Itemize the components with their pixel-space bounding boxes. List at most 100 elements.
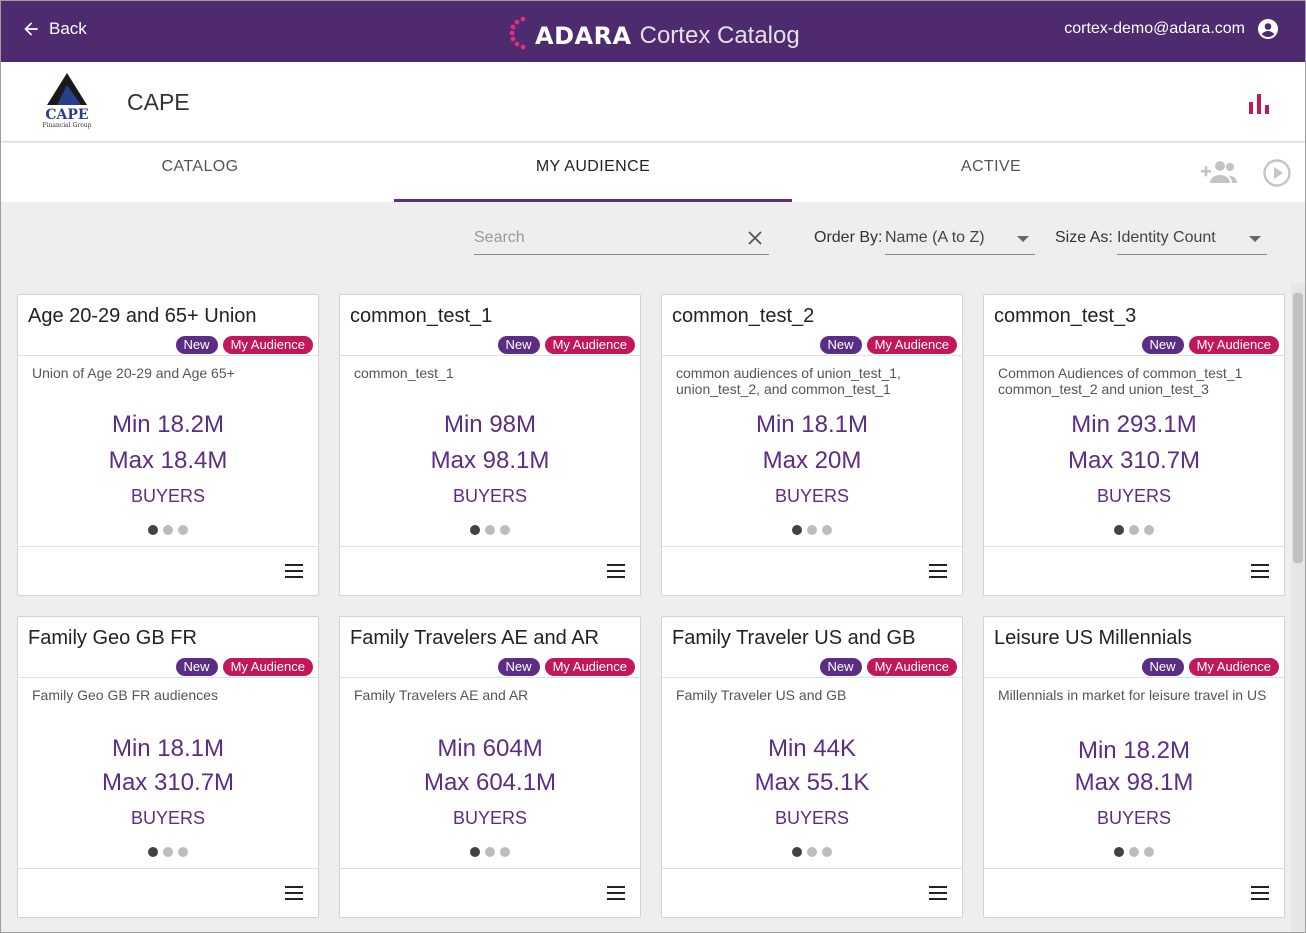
card-pager-dots (984, 525, 1284, 535)
product-name: Cortex Catalog (639, 22, 800, 49)
pager-dot[interactable] (1129, 525, 1139, 535)
audience-card[interactable]: common_test_3 New My Audience Common Audien… (983, 294, 1285, 596)
pager-dot[interactable] (1129, 847, 1139, 857)
bar-chart-icon[interactable] (1247, 92, 1271, 114)
pager-dot[interactable] (470, 847, 480, 857)
card-description: Family Traveler US and GB (676, 687, 847, 703)
pager-dot[interactable] (1144, 847, 1154, 857)
card-min-value: Min 604M (437, 735, 543, 762)
scrollbar[interactable] (1291, 283, 1305, 932)
tab-active[interactable]: ACTIVE (792, 143, 1190, 202)
pager-dot[interactable] (148, 525, 158, 535)
my-audience-badge: My Audience (1188, 658, 1279, 676)
menu-icon[interactable] (929, 886, 947, 900)
card-description: Family Geo GB FR audiences (32, 687, 218, 703)
card-metric-label: BUYERS (774, 486, 850, 506)
card-min-value: Min 98M (443, 411, 537, 438)
pager-dot[interactable] (163, 847, 173, 857)
card-title: common_test_1 (350, 305, 493, 327)
card-divider (340, 546, 640, 547)
card-max-value: Max 98.1M (430, 447, 550, 474)
menu-icon[interactable] (1251, 564, 1269, 578)
card-title: common_test_2 (672, 305, 815, 327)
order-by-value: Name (A to Z) (885, 229, 985, 246)
card-pager-dots (662, 847, 962, 857)
my-audience-badge: My Audience (1188, 336, 1279, 354)
pager-dot[interactable] (470, 525, 480, 535)
brand-logo: ADARA Cortex Catalog (509, 13, 800, 53)
tab-my-audience[interactable]: MY AUDIENCE (394, 143, 792, 202)
card-divider (984, 677, 1284, 678)
pager-dot[interactable] (822, 525, 832, 535)
search-input[interactable] (474, 227, 734, 249)
top-bar: Back ADARA Cortex Catalog cortex-demo@ad… (1, 1, 1305, 62)
card-pager-dots (340, 847, 640, 857)
card-max-value: Max 55.1K (754, 769, 870, 796)
audience-card[interactable]: common_test_1 New My Audience common_test_1… (339, 294, 641, 596)
menu-icon[interactable] (607, 564, 625, 578)
card-divider (18, 546, 318, 547)
pager-dot[interactable] (500, 847, 510, 857)
pager-dot[interactable] (485, 525, 495, 535)
new-badge: New (1141, 658, 1184, 676)
audience-card[interactable]: Leisure US Millennials New My Audience Mill… (983, 616, 1285, 918)
close-icon[interactable] (747, 230, 763, 246)
pager-dot[interactable] (792, 847, 802, 857)
size-as-select[interactable]: Identity Count (1117, 223, 1267, 255)
pager-dot[interactable] (178, 847, 188, 857)
my-audience-badge: My Audience (866, 658, 957, 676)
audience-card[interactable]: Family Traveler US and GB New My Audience F… (661, 616, 963, 918)
menu-icon[interactable] (1251, 886, 1269, 900)
pager-dot[interactable] (485, 847, 495, 857)
menu-icon[interactable] (285, 886, 303, 900)
pager-dot[interactable] (1114, 847, 1124, 857)
company-name: CAPE (127, 89, 190, 115)
audience-card[interactable]: Age 20-29 and 65+ Union New My Audience Uni… (17, 294, 319, 596)
tab-catalog[interactable]: CATALOG (1, 143, 399, 202)
card-badges: New My Audience (171, 658, 313, 676)
pager-dot[interactable] (792, 525, 802, 535)
card-metric-label: BUYERS (1096, 486, 1172, 506)
card-divider (340, 677, 640, 678)
back-button[interactable]: Back (21, 19, 87, 39)
card-pager-dots (18, 847, 318, 857)
account-circle-icon[interactable] (1256, 17, 1280, 41)
add-group-icon[interactable] (1200, 159, 1238, 185)
pager-dot[interactable] (148, 847, 158, 857)
pager-dot[interactable] (163, 525, 173, 535)
pager-dot[interactable] (807, 847, 817, 857)
audience-card[interactable]: Family Geo GB FR New My Audience Family Geo… (17, 616, 319, 918)
pager-dot[interactable] (1114, 525, 1124, 535)
company-logo-subtext: Financial Group (42, 122, 91, 129)
card-max-value: Max 98.1M (1074, 769, 1194, 796)
card-divider (18, 355, 318, 356)
card-title: common_test_3 (994, 305, 1137, 327)
user-email[interactable]: cortex-demo@adara.com (1064, 20, 1245, 38)
company-header: CAPE Financial Group CAPE (1, 62, 1305, 142)
card-metric-label: BUYERS (452, 808, 528, 828)
pager-dot[interactable] (1144, 525, 1154, 535)
play-circle-icon[interactable] (1262, 158, 1292, 188)
menu-icon[interactable] (285, 564, 303, 578)
brand-name: ADARA (535, 22, 632, 50)
pager-dot[interactable] (807, 525, 817, 535)
order-by-select[interactable]: Name (A to Z) (885, 223, 1035, 255)
scrollbar-thumb[interactable] (1293, 293, 1303, 563)
card-max-value: Max 310.7M (101, 769, 235, 796)
pager-dot[interactable] (178, 525, 188, 535)
card-title: Family Travelers AE and AR (350, 627, 599, 649)
card-min-value: Min 18.1M (755, 411, 869, 438)
pager-dot[interactable] (500, 525, 510, 535)
card-max-value: Max 18.4M (108, 447, 228, 474)
audience-card[interactable]: common_test_2 New My Audience common audien… (661, 294, 963, 596)
new-badge: New (497, 336, 540, 354)
new-badge: New (175, 658, 218, 676)
pager-dot[interactable] (822, 847, 832, 857)
menu-icon[interactable] (929, 564, 947, 578)
card-metric-label: BUYERS (774, 808, 850, 828)
card-metric-label: BUYERS (130, 486, 206, 506)
menu-icon[interactable] (607, 886, 625, 900)
app-window: Back ADARA Cortex Catalog cortex-demo@ad… (0, 0, 1306, 933)
audience-card[interactable]: Family Travelers AE and AR New My Audience… (339, 616, 641, 918)
card-pager-dots (18, 525, 318, 535)
